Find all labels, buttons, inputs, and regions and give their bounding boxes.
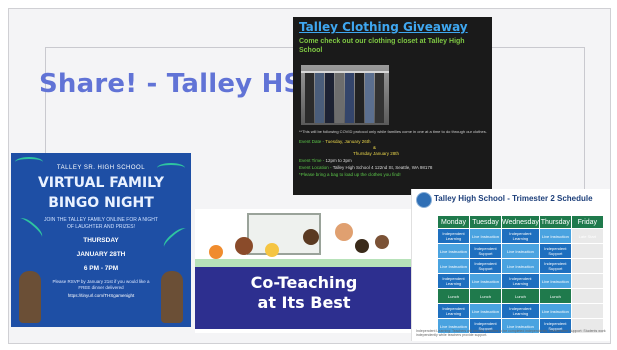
schedule-header: Talley High School - Trimester 2 Schedul… bbox=[412, 189, 610, 209]
bingo-title-line2: BINGO NIGHT bbox=[48, 195, 154, 211]
event-date-line: Event Date - Tuesday, January 26th bbox=[299, 139, 370, 144]
bring-bag-note: *Please bring a bag to load up the cloth… bbox=[299, 172, 401, 177]
schedule-row-label: 3rd Period bbox=[412, 273, 438, 289]
schedule-cell: Independent Learning bbox=[437, 303, 470, 319]
bingo-rsvp: Please RSVP by January 21st if you would… bbox=[52, 279, 150, 290]
schedule-cell: Independent Support bbox=[538, 243, 572, 259]
schedule-row-label: Lunch bbox=[412, 288, 438, 304]
schedule-cell: Live Instruction bbox=[501, 258, 540, 274]
squiggle-decoration bbox=[15, 157, 43, 167]
schedule-cell: Independent Learning bbox=[501, 228, 540, 244]
event-time: 12pm to 3pm bbox=[325, 158, 352, 163]
clothing-heading: Talley Clothing Giveaway bbox=[299, 20, 468, 34]
schedule-cell: Independent Support bbox=[469, 258, 502, 274]
schedule-day-header: Friday bbox=[570, 215, 604, 229]
schedule-day-header: Tuesday bbox=[469, 215, 502, 229]
trimester-schedule: Talley High School - Trimester 2 Schedul… bbox=[411, 189, 610, 341]
event-location-label: Event Location - bbox=[299, 165, 333, 170]
schedule-row-label: 2nd Period bbox=[412, 258, 438, 274]
schedule-cell: Live Instruction bbox=[538, 228, 572, 244]
schedule-cell: Lunch bbox=[469, 288, 502, 304]
schedule-row-label: 1st Period bbox=[412, 243, 438, 259]
coteaching-line1: Co-Teaching bbox=[250, 273, 358, 292]
teacher-illustration bbox=[335, 223, 353, 241]
schedule-day-header: Wednesday bbox=[501, 215, 540, 229]
schedule-cell: Lunch bbox=[538, 288, 572, 304]
student-illustration bbox=[209, 245, 223, 259]
schedule-cell: Independent Learning bbox=[437, 273, 470, 289]
schedule-cell: Lunch bbox=[437, 288, 470, 304]
event-time-label: Event Time - bbox=[299, 158, 326, 163]
student-illustration bbox=[355, 239, 369, 253]
clothing-subheading: Come check out our clothing closet at Ta… bbox=[299, 38, 465, 54]
schedule-cell: Live Instruction bbox=[437, 243, 470, 259]
event-date-label: Event Date - bbox=[299, 139, 326, 144]
decorative-frame-line bbox=[45, 47, 46, 167]
decorative-frame-line bbox=[584, 47, 585, 197]
coteaching-banner: Co-Teaching at Its Best bbox=[195, 267, 413, 329]
schedule-footnote: Independent Learning: Teachers will iden… bbox=[416, 329, 606, 337]
schedule-cell: Live Instruction bbox=[501, 243, 540, 259]
schedule-row-label: 4th Period bbox=[412, 303, 438, 319]
bingo-date: JANUARY 28TH bbox=[76, 251, 126, 258]
schedule-cell bbox=[570, 258, 604, 274]
coteaching-line2: at Its Best bbox=[257, 293, 351, 312]
student-illustration bbox=[265, 243, 279, 257]
schedule-cell bbox=[570, 288, 604, 304]
slide-title: Share! - Talley HS bbox=[39, 69, 303, 99]
schedule-row: 4th Period Independent Learning Live Ins… bbox=[412, 303, 604, 319]
schedule-row: Lunch Lunch Lunch Lunch Lunch bbox=[412, 288, 604, 304]
event-location: Talley High School 4 122nd St, Seattle, … bbox=[332, 165, 433, 170]
student-illustration bbox=[375, 235, 389, 249]
coteaching-image: Co-Teaching at Its Best bbox=[195, 209, 413, 333]
schedule-cell: Live Instruction bbox=[538, 273, 572, 289]
event-date-1: Tuesday, January 26th bbox=[325, 139, 371, 144]
schedule-row-label: Connection bbox=[412, 228, 438, 244]
schedule-cell: Independent Support bbox=[469, 243, 502, 259]
bingo-night-flyer: TALLEY SR. HIGH SCHOOL VIRTUAL FAMILY BI… bbox=[11, 153, 191, 327]
clothes-rack-image bbox=[301, 65, 389, 125]
schedule-cell: Live Instruction bbox=[469, 228, 502, 244]
squiggle-decoration bbox=[157, 163, 185, 173]
schedule-cell: Lunch bbox=[501, 288, 540, 304]
student-illustration bbox=[303, 229, 319, 245]
otter-illustration bbox=[161, 271, 183, 323]
schedule-table: Monday Tuesday Wednesday Thursday Friday… bbox=[412, 215, 604, 334]
otter-illustration bbox=[19, 271, 41, 323]
schedule-row: 1st Period Live Instruction Independent … bbox=[412, 243, 604, 259]
presentation-slide: Share! - Talley HS Talley Clothing Givea… bbox=[8, 8, 611, 344]
event-time-line: Event Time - 12pm to 3pm bbox=[299, 158, 352, 163]
schedule-day-header: Thursday bbox=[538, 215, 572, 229]
schedule-cell bbox=[570, 273, 604, 289]
schedule-row: 2nd Period Live Instruction Independent … bbox=[412, 258, 604, 274]
schedule-row: Connection Independent Learning Live Ins… bbox=[412, 228, 604, 244]
schedule-cell bbox=[570, 243, 604, 259]
schedule-cell: Live Instruction bbox=[437, 258, 470, 274]
schedule-cell: Live Instruction bbox=[469, 273, 502, 289]
schedule-cell: Independent Learning bbox=[437, 228, 470, 244]
event-date-amp: & bbox=[373, 145, 377, 150]
clothing-note: **This will be following COVID protocol … bbox=[299, 129, 487, 134]
school-logo-icon bbox=[416, 192, 432, 208]
event-location-line: Event Location - Talley High School 4 12… bbox=[299, 165, 432, 170]
schedule-day-header: Monday bbox=[437, 215, 470, 229]
bingo-join-text: JOIN THE TALLEY FAMILY ONLINE FOR A NIGH… bbox=[44, 217, 158, 230]
schedule-cell: Independent Learning bbox=[501, 303, 540, 319]
schedule-row: 3rd Period Independent Learning Live Ins… bbox=[412, 273, 604, 289]
event-date-2: Thursday January 28th bbox=[353, 151, 400, 156]
schedule-cell: Independent Learning bbox=[501, 273, 540, 289]
schedule-cell bbox=[570, 303, 604, 319]
schedule-title: Talley High School - Trimester 2 Schedul… bbox=[434, 194, 593, 203]
clothing-giveaway-flyer: Talley Clothing Giveaway Come check out … bbox=[293, 17, 492, 195]
schedule-cell: Live Instruction bbox=[538, 303, 572, 319]
schedule-cell: Independent Support bbox=[538, 258, 572, 274]
schedule-cell: Late Start bbox=[570, 228, 604, 244]
bingo-time: 6 PM - 7PM bbox=[83, 265, 119, 272]
schedule-corner bbox=[412, 215, 438, 229]
bingo-title-line1: VIRTUAL FAMILY bbox=[37, 175, 165, 191]
schedule-cell: Live Instruction bbox=[469, 303, 502, 319]
teacher-illustration bbox=[235, 237, 253, 255]
